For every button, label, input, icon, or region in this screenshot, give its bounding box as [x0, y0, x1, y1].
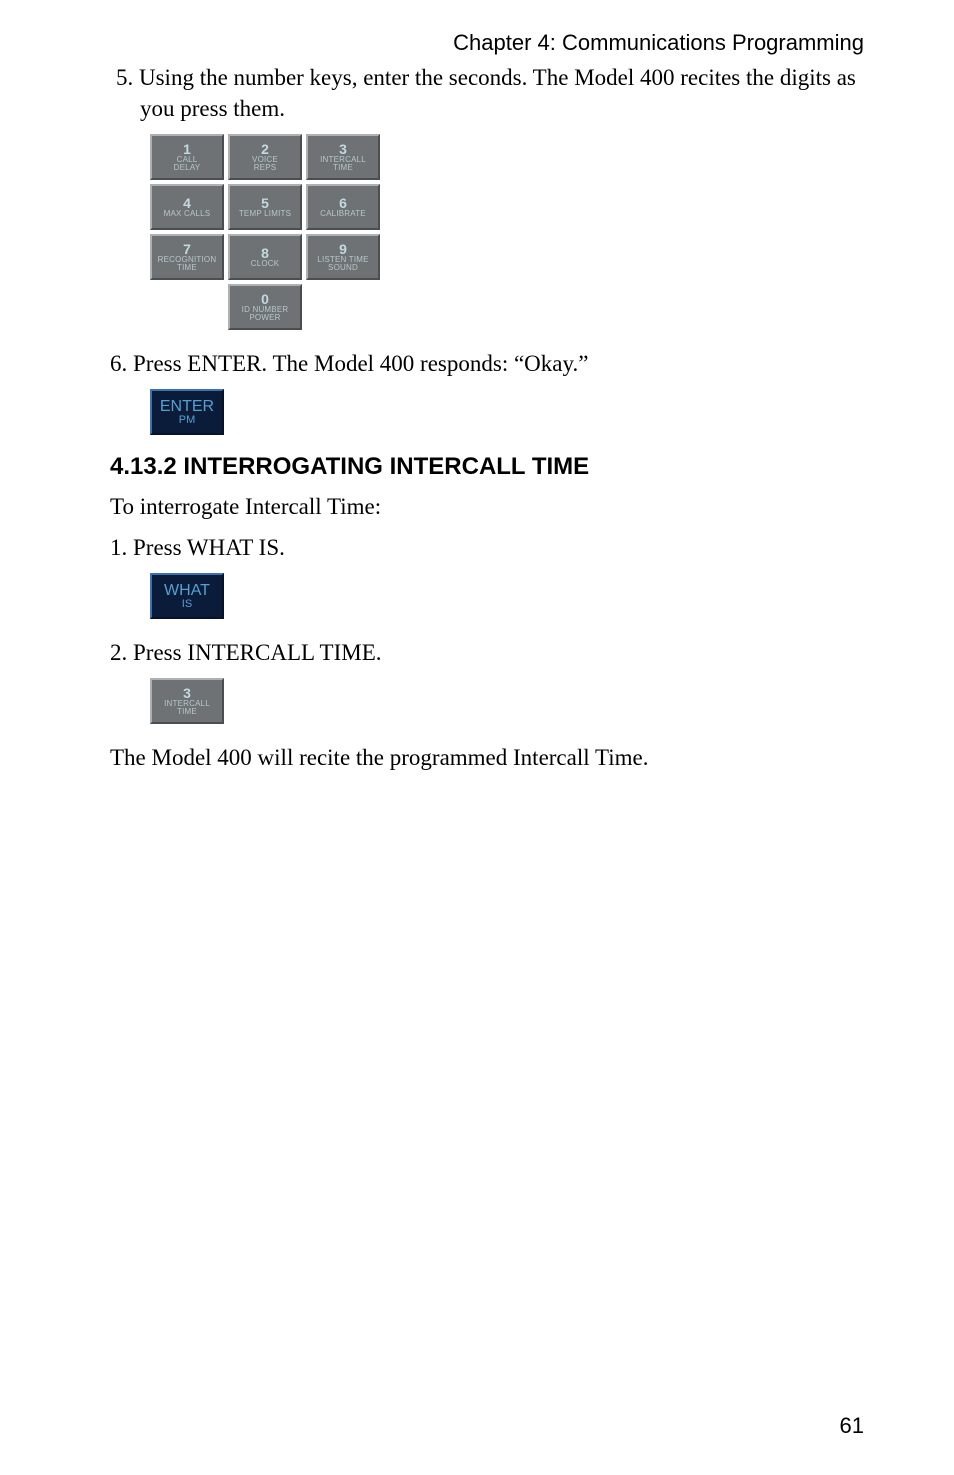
numeric-keypad: 1 CALL DELAY 2 VOICE REPS 3 INTERCALL TI… — [150, 134, 864, 330]
key-0[interactable]: 0 ID NUMBER POWER — [228, 284, 302, 330]
step-2-text: 2. Press INTERCALL TIME. — [110, 637, 864, 668]
key-6[interactable]: 6 CALIBRATE — [306, 184, 380, 230]
chapter-title: Chapter 4: Communications Programming — [110, 30, 864, 56]
key-number: 9 — [339, 242, 347, 256]
key-2[interactable]: 2 VOICE REPS — [228, 134, 302, 180]
key-number: 0 — [261, 292, 269, 306]
key-number: 2 — [261, 142, 269, 156]
key-label-sub: PM — [179, 415, 196, 426]
page-number: 61 — [840, 1413, 864, 1439]
key-label: TIME — [333, 164, 353, 172]
key-8[interactable]: 8 CLOCK — [228, 234, 302, 280]
what-is-key[interactable]: WHAT IS — [150, 573, 224, 619]
key-number: 8 — [261, 246, 269, 260]
step-5-text: 5. Using the number keys, enter the seco… — [110, 62, 864, 124]
key-label: CALIBRATE — [320, 210, 366, 218]
key-label: MAX CALLS — [164, 210, 211, 218]
key-9[interactable]: 9 LISTEN TIME SOUND — [306, 234, 380, 280]
key-4[interactable]: 4 MAX CALLS — [150, 184, 224, 230]
key-label: TIME — [177, 708, 197, 716]
key-5[interactable]: 5 TEMP LIMITS — [228, 184, 302, 230]
key-1[interactable]: 1 CALL DELAY — [150, 134, 224, 180]
key-label: DELAY — [174, 164, 201, 172]
step-1-text: 1. Press WHAT IS. — [110, 532, 864, 563]
key-label: CLOCK — [251, 260, 280, 268]
intercall-time-key[interactable]: 3 INTERCALL TIME — [150, 678, 224, 724]
key-label-sub: IS — [182, 599, 192, 610]
closing-text: The Model 400 will recite the programmed… — [110, 742, 864, 773]
intro-text: To interrogate Intercall Time: — [110, 491, 864, 522]
enter-key[interactable]: ENTER PM — [150, 389, 224, 435]
key-label: POWER — [249, 314, 280, 322]
key-number: 1 — [183, 142, 191, 156]
key-label-big: ENTER — [160, 399, 214, 415]
key-3[interactable]: 3 INTERCALL TIME — [306, 134, 380, 180]
key-label: REPS — [254, 164, 277, 172]
key-7[interactable]: 7 RECOGNITION TIME — [150, 234, 224, 280]
key-number: 6 — [339, 196, 347, 210]
key-label: TIME — [177, 264, 197, 272]
key-number: 4 — [183, 196, 191, 210]
key-number: 3 — [183, 686, 191, 700]
key-number: 7 — [183, 242, 191, 256]
key-number: 5 — [261, 196, 269, 210]
key-number: 3 — [339, 142, 347, 156]
step-6-text: 6. Press ENTER. The Model 400 responds: … — [110, 348, 864, 379]
key-label: SOUND — [328, 264, 358, 272]
key-label: TEMP LIMITS — [239, 210, 291, 218]
key-label-big: WHAT — [164, 583, 210, 599]
section-heading: 4.13.2 INTERROGATING INTERCALL TIME — [110, 453, 864, 481]
